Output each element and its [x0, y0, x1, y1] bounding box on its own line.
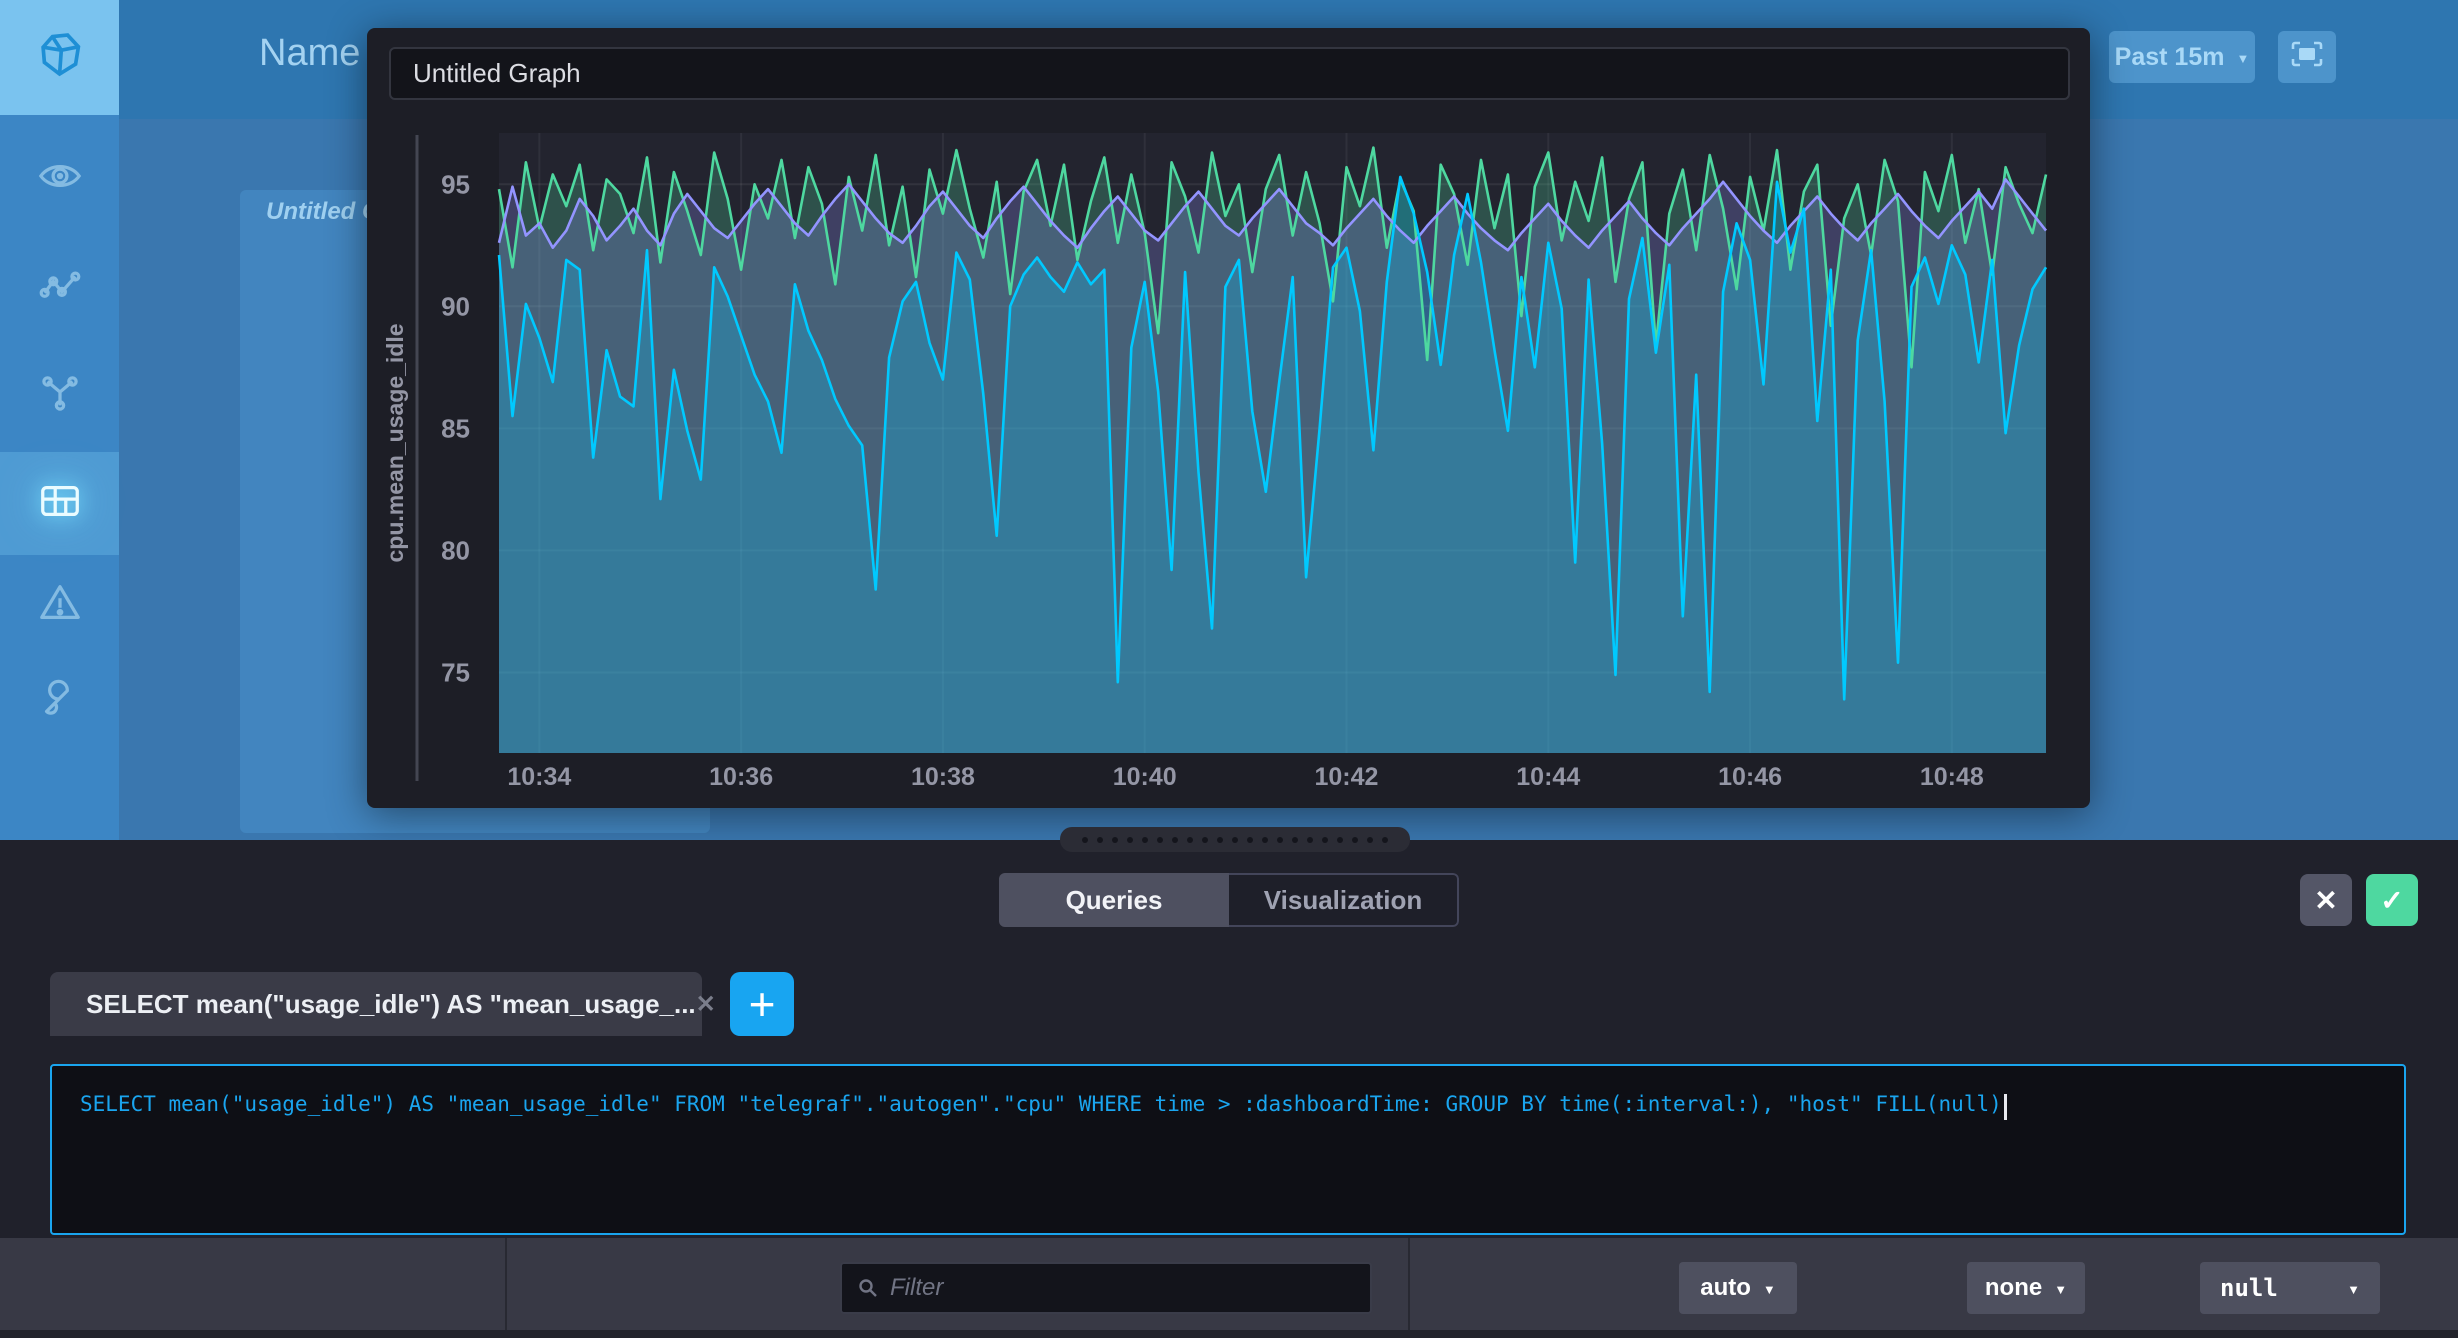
- drag-dot: [1247, 837, 1253, 843]
- builder-column-divider: [505, 1238, 507, 1338]
- drag-dot: [1337, 837, 1343, 843]
- drag-dot: [1082, 837, 1088, 843]
- time-series-chart[interactable]: 75 80 85 90 95 10:34 10:36 10:38 10:40 10:42 10:44…: [367, 133, 2067, 808]
- svg-text:10:48: 10:48: [1920, 763, 1984, 791]
- filter-input[interactable]: Filter: [840, 1262, 1372, 1314]
- add-query-button[interactable]: +: [730, 972, 794, 1036]
- branch-graph-icon: [37, 369, 83, 420]
- group-by-dropdown[interactable]: auto ▼: [1679, 1262, 1797, 1314]
- fullscreen-icon: [2291, 41, 2323, 74]
- svg-text:80: 80: [441, 535, 470, 565]
- graph-editor-panel: 75 80 85 90 95 10:34 10:36 10:38 10:40 10:42 10:44…: [367, 28, 2090, 808]
- sidebar-item-alerting[interactable]: [0, 554, 119, 657]
- query-text: SELECT mean("usage_idle") AS "mean_usage…: [80, 1092, 2002, 1116]
- sidebar-item-data-explorer[interactable]: [0, 240, 119, 343]
- sidebar-item-logo[interactable]: [0, 0, 119, 115]
- time-range-dropdown[interactable]: Past 15m ▼: [2109, 31, 2255, 83]
- fill-dropdown[interactable]: null ▼: [2200, 1262, 2380, 1314]
- drag-dot: [1112, 837, 1118, 843]
- drag-dot: [1307, 837, 1313, 843]
- drag-dot: [1157, 837, 1163, 843]
- dashboard-name-label: Name: [259, 32, 360, 75]
- query-tab-close-icon[interactable]: ✕: [696, 990, 716, 1019]
- tab-queries[interactable]: Queries: [999, 873, 1229, 927]
- graph-title-input[interactable]: [389, 47, 2070, 100]
- svg-text:10:46: 10:46: [1718, 763, 1782, 791]
- drag-dot: [1202, 837, 1208, 843]
- query-tab[interactable]: SELECT mean("usage_idle") AS "mean_usage…: [50, 972, 702, 1036]
- drag-dot: [1127, 837, 1133, 843]
- compare-value: none: [1985, 1274, 2042, 1302]
- drag-dot: [1277, 837, 1283, 843]
- svg-text:10:44: 10:44: [1516, 763, 1580, 791]
- eye-icon: [37, 153, 83, 204]
- chevron-down-icon: ▼: [1763, 1283, 1776, 1296]
- sidebar-item-admin[interactable]: [0, 649, 119, 752]
- chronograf-logo-icon: [34, 29, 86, 86]
- save-button[interactable]: ✓: [2366, 874, 2418, 926]
- cell-editor-bottom-panel: Queries Visualization ✕ ✓ SELECT mean("u…: [0, 840, 2458, 1338]
- svg-text:10:42: 10:42: [1315, 763, 1379, 791]
- svg-text:75: 75: [441, 657, 470, 687]
- dashboard-cell-title: Untitled G: [266, 198, 381, 226]
- drag-dot: [1322, 837, 1328, 843]
- group-by-value: auto: [1700, 1274, 1751, 1302]
- cancel-button[interactable]: ✕: [2300, 874, 2352, 926]
- admin-wrench-icon: [37, 675, 83, 726]
- sidebar-item-integrations[interactable]: [0, 343, 119, 446]
- drag-dot: [1367, 837, 1373, 843]
- panel-resize-handle[interactable]: [1060, 827, 1410, 852]
- drag-dot: [1262, 837, 1268, 843]
- drag-dot: [1352, 837, 1358, 843]
- nav-sidebar: [0, 0, 119, 840]
- chevron-down-icon: ▼: [2054, 1283, 2067, 1296]
- chevron-down-icon: ▼: [2236, 52, 2249, 65]
- sidebar-item-host-list[interactable]: [0, 127, 119, 230]
- presentation-mode-button[interactable]: [2278, 31, 2336, 83]
- drag-dot: [1292, 837, 1298, 843]
- filter-placeholder: Filter: [890, 1274, 943, 1302]
- pulse-graph-icon: [37, 266, 83, 317]
- svg-text:cpu.mean_usage_idle: cpu.mean_usage_idle: [382, 323, 408, 562]
- svg-text:95: 95: [441, 169, 470, 199]
- drag-dot: [1217, 837, 1223, 843]
- svg-text:10:36: 10:36: [709, 763, 773, 791]
- check-icon: ✓: [2380, 884, 2403, 917]
- compare-dropdown[interactable]: none ▼: [1967, 1262, 2085, 1314]
- drag-dot: [1097, 837, 1103, 843]
- builder-columns-edge: [0, 1330, 2458, 1338]
- drag-dot: [1187, 837, 1193, 843]
- query-tab-label: SELECT mean("usage_idle") AS "mean_usage…: [86, 989, 696, 1020]
- tab-visualization[interactable]: Visualization: [1229, 873, 1459, 927]
- tab-queries-label: Queries: [1066, 885, 1163, 916]
- svg-text:85: 85: [441, 413, 470, 443]
- query-editor-textarea[interactable]: SELECT mean("usage_idle") AS "mean_usage…: [50, 1064, 2406, 1235]
- svg-text:10:34: 10:34: [507, 763, 571, 791]
- drag-dot: [1172, 837, 1178, 843]
- drag-dot: [1142, 837, 1148, 843]
- chevron-down-icon: ▼: [2347, 1283, 2360, 1296]
- time-range-label: Past 15m: [2115, 43, 2225, 72]
- editor-tab-toggle: Queries Visualization: [999, 873, 1459, 927]
- dashboard-grid-icon: [37, 478, 83, 529]
- tab-visualization-label: Visualization: [1264, 885, 1422, 916]
- svg-text:10:40: 10:40: [1113, 763, 1177, 791]
- fill-value: null: [2220, 1274, 2278, 1302]
- svg-text:90: 90: [441, 291, 470, 321]
- alert-triangle-icon: [37, 580, 83, 631]
- svg-text:10:38: 10:38: [911, 763, 975, 791]
- builder-column-divider: [1408, 1238, 1410, 1338]
- drag-dot: [1232, 837, 1238, 843]
- search-icon: [856, 1276, 880, 1300]
- close-icon: ✕: [2314, 884, 2337, 917]
- text-cursor: [2004, 1094, 2007, 1120]
- plus-icon: +: [749, 981, 776, 1027]
- drag-dot: [1382, 837, 1388, 843]
- sidebar-item-dashboards[interactable]: [0, 452, 119, 555]
